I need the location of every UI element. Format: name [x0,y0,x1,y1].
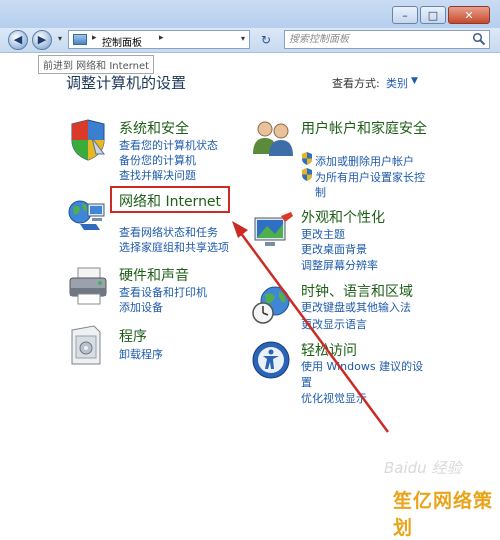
baidu-watermark: Baidu 经验 [384,459,462,477]
brand-watermark: 笙亿网络策划 [393,490,494,539]
annotation-arrow [232,221,390,433]
